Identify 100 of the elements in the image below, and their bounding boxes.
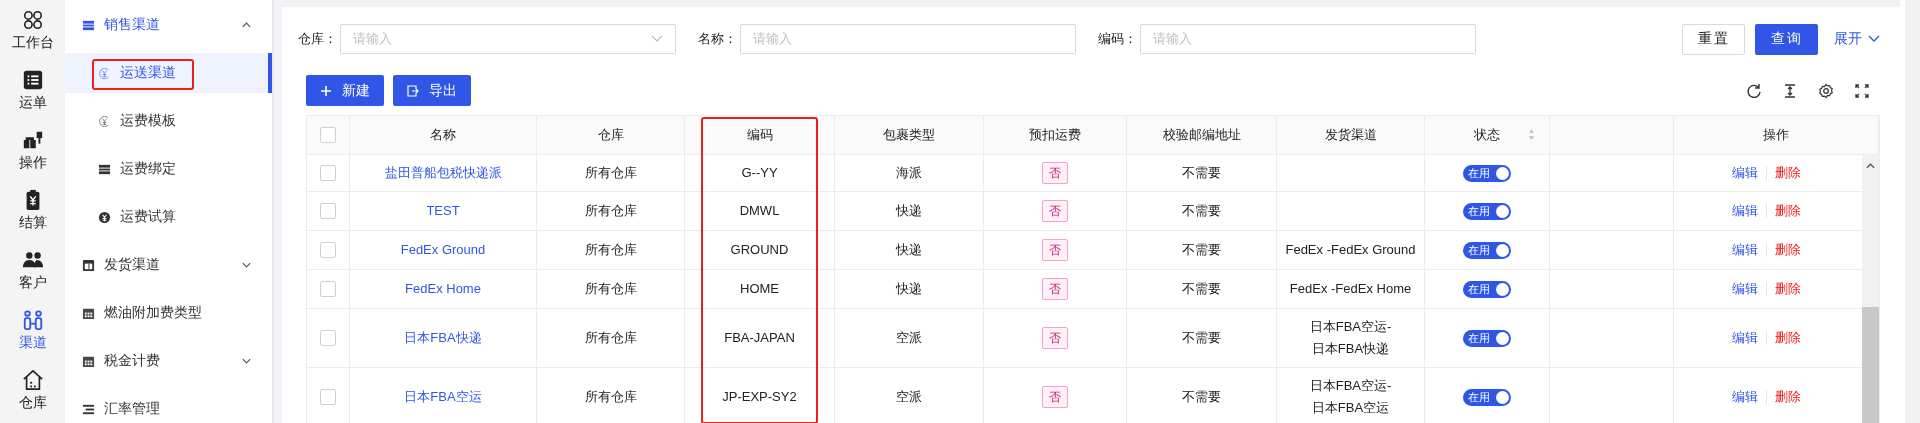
channel-name-link[interactable]: FedEx Ground	[400, 241, 486, 259]
table-cell: 所有仓库	[584, 329, 637, 347]
expand-link[interactable]: 展开	[1834, 30, 1880, 48]
table-cell: 不需要	[1182, 241, 1221, 259]
rail-item[interactable]: 操作	[0, 120, 65, 180]
calendar-icon	[82, 306, 95, 320]
table-cell: G--YY	[741, 164, 778, 182]
house-icon	[21, 368, 44, 391]
column-header: 发货渠道	[1324, 126, 1377, 144]
rail-item[interactable]: 渠道	[0, 300, 65, 360]
row-checkbox[interactable]	[320, 281, 336, 297]
table-cell: FBA-JAPAN	[724, 329, 795, 347]
table-cell: 不需要	[1182, 329, 1221, 347]
edit-link[interactable]: 编辑	[1731, 202, 1758, 220]
delete-link[interactable]: 删除	[1774, 280, 1801, 298]
row-checkbox[interactable]	[320, 165, 336, 181]
select-all-checkbox[interactable]	[320, 127, 336, 143]
sort-icon[interactable]	[1528, 128, 1535, 141]
channel-name-link[interactable]: TEST	[426, 202, 460, 220]
prepaid-tag: 否	[1042, 327, 1068, 349]
delete-link[interactable]: 删除	[1774, 241, 1801, 259]
edit-link[interactable]: 编辑	[1731, 164, 1758, 182]
table-cell: 不需要	[1182, 202, 1221, 220]
status-toggle[interactable]: 在用	[1463, 202, 1511, 220]
row-checkbox[interactable]	[320, 242, 336, 258]
lines-icon	[82, 402, 95, 416]
nav-item[interactable]: 运费试算	[65, 197, 272, 237]
delete-link[interactable]: 删除	[1774, 164, 1801, 182]
coin-icon	[98, 66, 111, 80]
delete-link[interactable]: 删除	[1774, 202, 1801, 220]
nav-group[interactable]: 发货渠道	[65, 245, 272, 285]
nav-group[interactable]: 汇率管理	[65, 389, 272, 423]
edit-link[interactable]: 编辑	[1731, 388, 1758, 406]
edit-link[interactable]: 编辑	[1731, 241, 1758, 259]
channel-name-link[interactable]: FedEx Home	[405, 280, 481, 298]
reset-button[interactable]: 重置	[1682, 23, 1745, 55]
channel-name-link[interactable]: 日本FBA快递	[404, 329, 482, 347]
status-toggle[interactable]: 在用	[1463, 164, 1511, 182]
rail-item[interactable]: 结算	[0, 180, 65, 240]
status-toggle[interactable]: 在用	[1463, 280, 1511, 298]
nav-item[interactable]: 运费模板	[65, 101, 272, 141]
status-toggle[interactable]: 在用	[1463, 388, 1511, 406]
coin-icon	[98, 210, 111, 224]
fullscreen-icon[interactable]	[1854, 82, 1870, 99]
table-cell: 所有仓库	[584, 280, 637, 298]
prepaid-tag: 否	[1042, 239, 1068, 261]
table-cell: 不需要	[1182, 164, 1221, 182]
prepaid-tag: 否	[1042, 162, 1068, 184]
rail-item[interactable]: 仓库	[0, 360, 65, 420]
query-button[interactable]: 查询	[1755, 23, 1818, 55]
table-cell: 不需要	[1182, 280, 1221, 298]
panel-icon	[82, 258, 95, 272]
filter-label: 仓库：	[298, 30, 337, 48]
prepaid-tag: 否	[1042, 278, 1068, 300]
column-header: 校验邮编地址	[1162, 126, 1241, 144]
chevron-icon	[241, 357, 252, 365]
table-cell: DMWL	[739, 202, 780, 220]
status-toggle[interactable]: 在用	[1463, 329, 1511, 347]
chevron-icon	[1868, 35, 1880, 43]
table-cell: 所有仓库	[584, 202, 637, 220]
channel-name-link[interactable]: 盐田普船包税快递派	[384, 164, 502, 182]
nav-group[interactable]: 燃油附加费类型	[65, 293, 272, 333]
refresh-icon[interactable]	[1746, 82, 1762, 99]
column-header: 预扣运费	[1029, 126, 1081, 144]
scroll-up-icon[interactable]	[1866, 163, 1875, 169]
rail-item[interactable]: 客户	[0, 240, 65, 300]
scrollbar[interactable]	[1862, 155, 1879, 423]
rail-item[interactable]: 运单	[0, 60, 65, 120]
table-cell: 快递	[896, 202, 922, 220]
bars-icon	[98, 162, 111, 176]
table-cell: 海派	[896, 164, 922, 182]
row-checkbox[interactable]	[320, 330, 336, 346]
export-button[interactable]: 导出	[393, 75, 471, 106]
column-header: 仓库	[597, 126, 624, 144]
channel-name-link[interactable]: 日本FBA空运	[404, 388, 482, 406]
coin-icon	[98, 114, 111, 128]
table-cell-text: 日本FBA空运-日本FBA快递	[1308, 318, 1393, 358]
status-toggle[interactable]: 在用	[1463, 241, 1511, 259]
row-checkbox[interactable]	[320, 389, 336, 405]
row-height-icon[interactable]	[1782, 82, 1798, 99]
row-checkbox[interactable]	[320, 203, 336, 219]
column-header: 状态	[1474, 126, 1500, 144]
nav-item[interactable]: 运送渠道	[65, 53, 272, 93]
nav-group[interactable]: 销售渠道	[65, 5, 272, 45]
new-button[interactable]: 新建	[306, 75, 384, 106]
delete-link[interactable]: 删除	[1774, 388, 1801, 406]
edit-link[interactable]: 编辑	[1731, 329, 1758, 347]
rail-item[interactable]: 工作台	[0, 0, 65, 60]
prepaid-tag: 否	[1042, 200, 1068, 222]
column-header: 包裹类型	[883, 126, 935, 144]
settings-icon[interactable]	[1818, 82, 1834, 99]
delete-link[interactable]: 删除	[1774, 329, 1801, 347]
edit-link[interactable]: 编辑	[1731, 280, 1758, 298]
column-header: 名称	[430, 126, 456, 144]
table-cell: HOME	[740, 280, 779, 298]
nav-group[interactable]: 税金计费	[65, 341, 272, 381]
clover-icon	[21, 8, 44, 31]
nav-item[interactable]: 运费绑定	[65, 149, 272, 189]
calendar-icon	[82, 354, 95, 368]
table-cell: 所有仓库	[584, 164, 637, 182]
